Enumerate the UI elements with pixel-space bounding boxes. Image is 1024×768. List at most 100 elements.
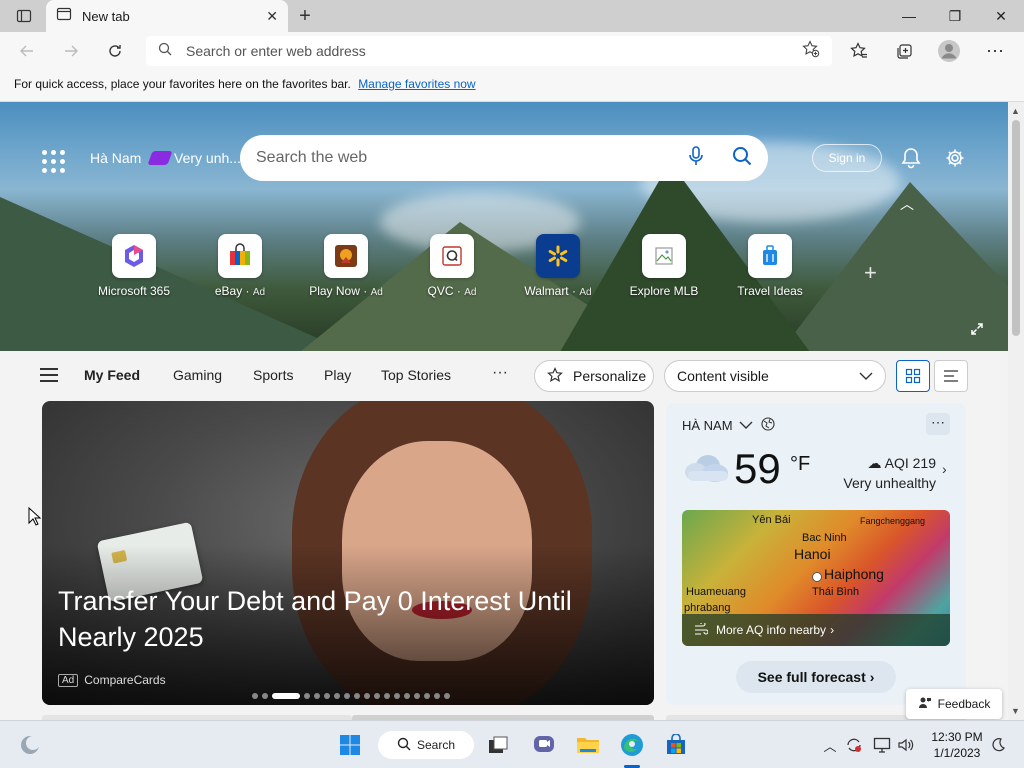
carousel-dot[interactable] — [314, 693, 320, 699]
grid-layout-button[interactable] — [896, 360, 930, 392]
collapse-chevron-icon[interactable]: ︿ — [900, 194, 914, 214]
more-aq-info-link[interactable]: More AQ info nearby › — [682, 614, 950, 646]
carousel-dot[interactable] — [354, 693, 360, 699]
hero-location[interactable]: Hà Nam — [90, 150, 141, 166]
hero-background: Hà Nam Very unh... Search the web Sign i… — [0, 102, 1008, 351]
quick-link-explore-mlb[interactable]: Explore MLB — [614, 234, 714, 298]
hero-aqi-status[interactable]: Very unh... — [147, 150, 241, 166]
tab-actions-icon[interactable] — [8, 4, 40, 28]
carousel-dot[interactable] — [364, 693, 370, 699]
minimize-button[interactable]: — — [886, 0, 932, 32]
task-view-icon[interactable] — [484, 731, 512, 759]
featured-article-card[interactable]: Transfer Your Debt and Pay 0 Interest Un… — [42, 401, 654, 705]
more-tabs-button[interactable]: ··· — [492, 364, 508, 382]
chevron-right-icon[interactable]: › — [942, 461, 947, 477]
taskbar-search-button[interactable]: Search — [378, 731, 474, 759]
back-button[interactable] — [12, 36, 42, 66]
content-visibility-dropdown[interactable]: Content visible — [664, 360, 886, 392]
carousel-dot[interactable] — [444, 693, 450, 699]
carousel-dot[interactable] — [414, 693, 420, 699]
feed-tab-sports[interactable]: Sports — [253, 367, 293, 383]
weather-location[interactable]: HÀ NAM — [682, 417, 775, 434]
feedback-button[interactable]: Feedback — [906, 689, 1002, 719]
manage-favorites-link[interactable]: Manage favorites now — [358, 77, 475, 91]
new-tab-button[interactable]: + — [292, 4, 318, 28]
carousel-dot[interactable] — [384, 693, 390, 699]
forward-button[interactable] — [56, 36, 86, 66]
close-window-button[interactable]: ✕ — [978, 0, 1024, 32]
carousel-dot[interactable] — [374, 693, 380, 699]
quick-link-ebay[interactable]: eBay · Ad — [190, 234, 290, 298]
quick-link-walmart[interactable]: Walmart · Ad — [508, 234, 608, 298]
weather-more-options-button[interactable]: ⋯ — [926, 413, 950, 435]
feed-tab-my-feed[interactable]: My Feed — [84, 367, 140, 383]
feed-tab-gaming[interactable]: Gaming — [173, 367, 222, 383]
carousel-dot[interactable] — [262, 693, 268, 699]
carousel-dot[interactable] — [404, 693, 410, 699]
page-scrollbar[interactable]: ▲ ▼ — [1008, 102, 1024, 720]
collections-icon[interactable] — [889, 36, 919, 66]
show-hidden-icons-chevron-icon[interactable]: ︿ — [820, 735, 840, 755]
quick-link-microsoft-365[interactable]: Microsoft 365 — [84, 234, 184, 298]
search-submit-icon[interactable] — [732, 146, 752, 171]
tab-bar: New tab ✕ + — ❐ ✕ — [0, 0, 1024, 32]
carousel-dot[interactable] — [344, 693, 350, 699]
location-globe-icon[interactable] — [761, 417, 775, 434]
favorites-icon[interactable] — [844, 36, 874, 66]
restore-button[interactable]: ❐ — [932, 0, 978, 32]
carousel-dot[interactable] — [394, 693, 400, 699]
air-quality-map[interactable]: Yên Bái Fangchenggang Bac Ninh Hanoi Hai… — [682, 510, 950, 646]
settings-more-button[interactable]: ⋯ — [980, 36, 1010, 66]
close-tab-icon[interactable]: ✕ — [266, 8, 278, 25]
profile-avatar[interactable] — [934, 36, 964, 66]
display-monitor-icon[interactable] — [872, 735, 892, 755]
add-favorite-icon[interactable] — [802, 39, 820, 63]
personalize-button[interactable]: Personalize — [534, 360, 654, 392]
temperature-unit[interactable]: °F — [790, 453, 810, 476]
quick-link-travel-ideas[interactable]: Travel Ideas — [720, 234, 820, 298]
widgets-weather-icon[interactable] — [16, 731, 44, 759]
carousel-dot[interactable] — [424, 693, 430, 699]
system-clock[interactable]: 12:30 PM 1/1/2023 — [926, 729, 988, 761]
carousel-dot[interactable] — [252, 693, 258, 699]
teams-chat-icon[interactable] — [530, 731, 558, 759]
app-launcher-button[interactable] — [38, 146, 66, 174]
address-bar[interactable]: Search or enter web address — [146, 36, 832, 66]
see-full-forecast-button[interactable]: See full forecast › — [736, 661, 896, 693]
tab-new-tab[interactable]: New tab ✕ — [46, 0, 288, 32]
edge-browser-icon[interactable] — [618, 731, 646, 759]
volume-speaker-icon[interactable] — [896, 735, 916, 755]
expand-background-icon[interactable] — [970, 322, 984, 339]
scroll-down-icon[interactable]: ▼ — [1011, 706, 1020, 716]
page-settings-gear-icon[interactable] — [942, 144, 968, 172]
air-quality-summary[interactable]: ☁ AQI 219 Very unhealthy — [816, 453, 936, 493]
microphone-icon[interactable] — [688, 145, 704, 171]
feed-tab-play[interactable]: Play — [324, 367, 351, 383]
carousel-dot[interactable] — [272, 693, 300, 699]
quick-link-play-now[interactable]: Play Now · Ad — [296, 234, 396, 298]
do-not-disturb-moon-icon[interactable] — [988, 735, 1008, 755]
notifications-bell-icon[interactable] — [898, 144, 924, 172]
tile-label: Play Now — [309, 284, 360, 298]
carousel-dot[interactable] — [434, 693, 440, 699]
list-layout-button[interactable] — [934, 360, 968, 392]
add-quick-link-icon[interactable]: + — [864, 260, 877, 286]
file-explorer-folder-icon[interactable] — [574, 731, 602, 759]
feed-menu-hamburger-icon[interactable] — [40, 368, 58, 382]
carousel-indicator[interactable] — [252, 693, 450, 699]
start-windows-icon[interactable] — [336, 731, 364, 759]
scrollbar-thumb[interactable] — [1012, 120, 1020, 336]
carousel-dot[interactable] — [334, 693, 340, 699]
windows-taskbar: Search ︿ 12:30 PM 1/1/2023 — [0, 720, 1024, 768]
feed-tab-top-stories[interactable]: Top Stories — [381, 367, 451, 383]
microsoft-store-icon[interactable] — [662, 731, 690, 759]
featured-article-title[interactable]: Transfer Your Debt and Pay 0 Interest Un… — [58, 583, 618, 655]
quick-link-qvc[interactable]: QVC · Ad — [402, 234, 502, 298]
carousel-dot[interactable] — [324, 693, 330, 699]
refresh-button[interactable] — [100, 36, 130, 66]
web-search-box[interactable]: Search the web — [240, 135, 768, 181]
scroll-up-icon[interactable]: ▲ — [1011, 106, 1020, 116]
network-sync-icon[interactable] — [844, 735, 864, 755]
carousel-dot[interactable] — [304, 693, 310, 699]
sign-in-button[interactable]: Sign in — [812, 144, 882, 172]
